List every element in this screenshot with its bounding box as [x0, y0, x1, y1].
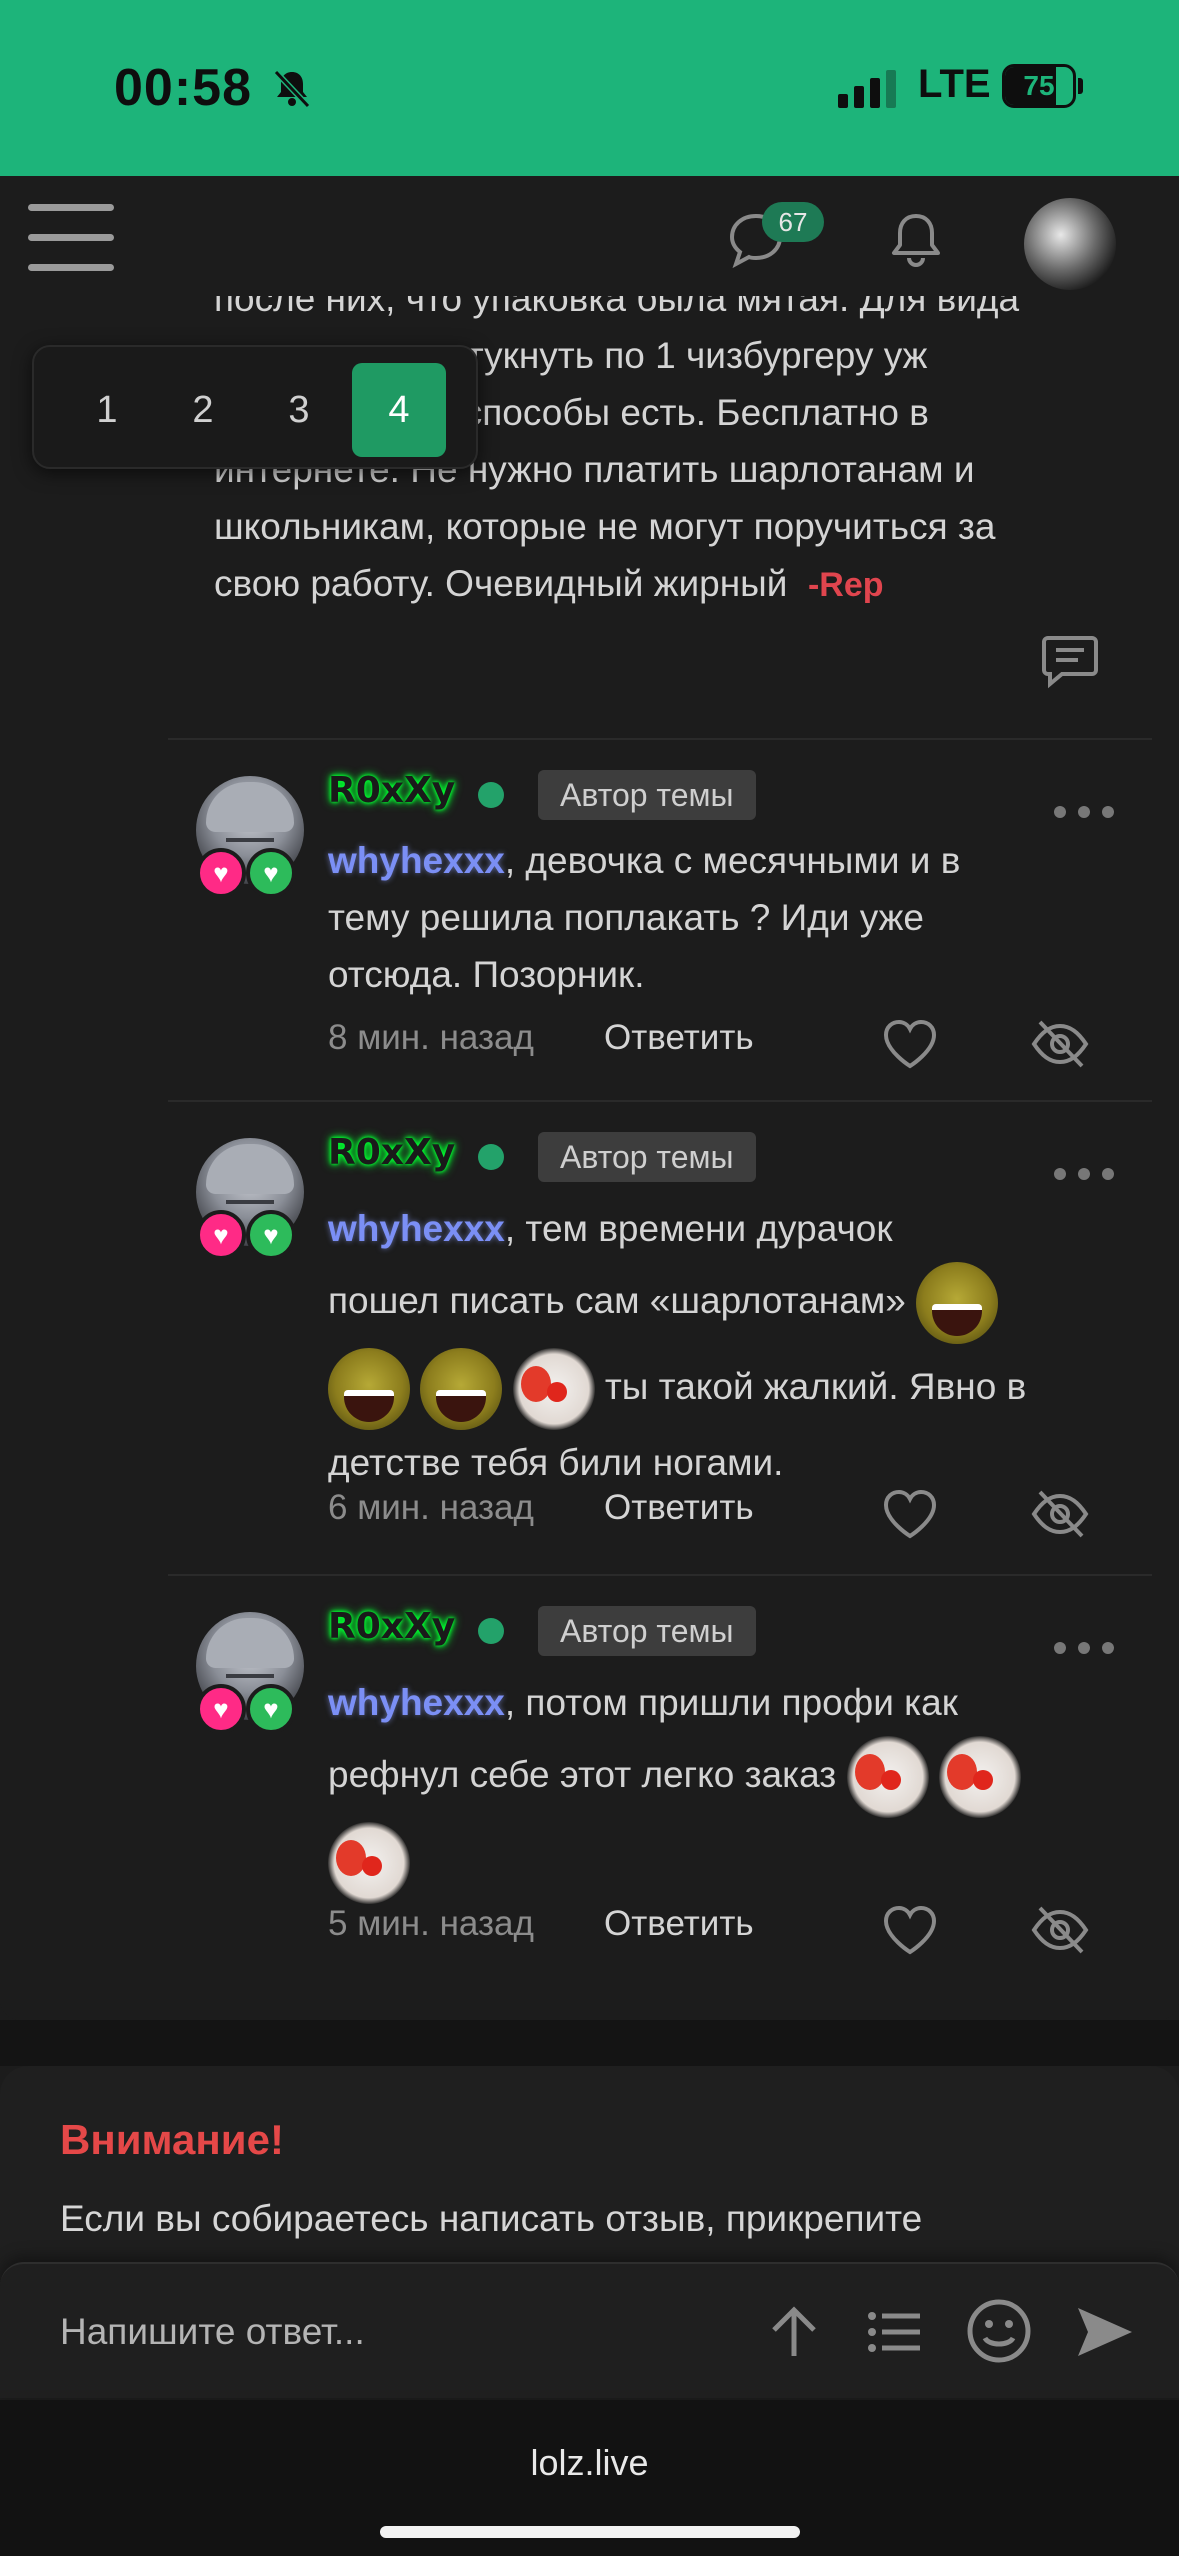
signal-icon [838, 70, 896, 108]
heart-badge-icon: ♥ [196, 848, 246, 898]
reply-button[interactable]: Ответить [604, 1488, 754, 1528]
arrow-up-icon[interactable] [764, 2302, 824, 2362]
mention-link[interactable]: whyhexxx [328, 1208, 505, 1249]
heart-badge-icon: ♥ [196, 1684, 246, 1734]
browser-bottom-bar: lolz.live [0, 2400, 1179, 2556]
like-badge-icon: ♥ [246, 1210, 296, 1260]
smiley-icon[interactable] [966, 2298, 1032, 2364]
send-icon[interactable] [1074, 2302, 1134, 2362]
battery-icon: 75 [1002, 64, 1083, 108]
thread-bottom [0, 2000, 1179, 2020]
author-badge: Автор темы [538, 1606, 756, 1656]
comment-time: 8 мин. назад [328, 1018, 534, 1057]
like-badge-icon: ♥ [246, 848, 296, 898]
comment-reply: ♥ ♥ R0xXy Автор темы whyhexxx, тем време… [168, 1100, 1152, 1574]
mention-link[interactable]: whyhexxx [328, 840, 505, 881]
comment-time: 6 мин. назад [328, 1488, 534, 1527]
user-avatar[interactable] [1024, 198, 1116, 290]
bell-muted-icon [273, 69, 311, 109]
reply-button[interactable]: Ответить [604, 1904, 754, 1944]
page-4-button[interactable]: 4 [352, 363, 446, 457]
network-type: LTE [918, 62, 991, 106]
shrek-laugh-emoji [916, 1262, 999, 1344]
quote-reply-icon[interactable] [1040, 630, 1100, 690]
eye-hide-icon[interactable] [1030, 1904, 1090, 1956]
username[interactable]: R0xXy [328, 1606, 455, 1647]
author-badge: Автор темы [538, 770, 756, 820]
post-line: школьникам, которые не могут поручиться … [214, 506, 996, 547]
heart-icon[interactable] [882, 1904, 938, 1956]
comment-time: 5 мин. назад [328, 1904, 534, 1943]
more-options-icon[interactable] [1054, 806, 1114, 820]
comment-text: whyhexxx, потом пришли профи как рефнул … [328, 1670, 1138, 1904]
comment-reply: ♥ ♥ R0xXy Автор темы whyhexxx, девочка с… [168, 738, 1152, 1102]
clown-emoji [512, 1348, 595, 1430]
mention-link[interactable]: whyhexxx [328, 1682, 505, 1723]
list-icon[interactable] [864, 2302, 924, 2362]
comment-text: whyhexxx, тем времени дурачок пошел писа… [328, 1208, 1027, 1483]
shrek-laugh-emoji [328, 1348, 410, 1430]
online-indicator [478, 782, 504, 808]
status-bar: 00:58 LTE 75 [0, 0, 1179, 176]
page-2-button[interactable]: 2 [156, 363, 250, 457]
more-options-icon[interactable] [1054, 1642, 1114, 1656]
username[interactable]: R0xXy [328, 1132, 455, 1173]
eye-hide-icon[interactable] [1030, 1018, 1090, 1070]
reply-input[interactable] [60, 2302, 700, 2362]
rep-label: -Rep [807, 566, 884, 604]
bell-icon[interactable] [884, 208, 948, 272]
clown-emoji [328, 1822, 410, 1904]
home-indicator [380, 2526, 800, 2538]
like-badge-icon: ♥ [246, 1684, 296, 1734]
online-indicator [478, 1144, 504, 1170]
reply-button[interactable]: Ответить [604, 1018, 754, 1058]
clipped-text [60, 2380, 660, 2400]
online-indicator [478, 1618, 504, 1644]
comment-text: whyhexxx, девочка с месячными и в тему р… [328, 840, 961, 995]
status-time: 00:58 [114, 59, 252, 117]
clown-emoji [846, 1736, 929, 1818]
reply-composer [0, 2262, 1179, 2398]
post-line: свою работу. Очевидный жирный -Rep [214, 563, 884, 604]
page-3-button[interactable]: 3 [252, 363, 346, 457]
url-label[interactable]: lolz.live [0, 2442, 1179, 2484]
comment-reply: ♥ ♥ R0xXy Автор темы whyhexxx, потом при… [168, 1574, 1152, 2000]
pagination: 1 2 3 4 [32, 345, 478, 469]
author-badge: Автор темы [538, 1132, 756, 1182]
shrek-laugh-emoji [420, 1348, 503, 1430]
more-options-icon[interactable] [1054, 1168, 1114, 1182]
heart-icon[interactable] [882, 1018, 938, 1070]
chat-badge: 67 [762, 202, 824, 242]
eye-hide-icon[interactable] [1030, 1488, 1090, 1540]
top-navigation: 67 [0, 176, 1179, 296]
username[interactable]: R0xXy [328, 770, 455, 811]
warning-title: Внимание! [60, 2116, 284, 2163]
heart-icon[interactable] [882, 1488, 938, 1540]
battery-level: 75 [1023, 70, 1055, 101]
clown-emoji [938, 1736, 1021, 1818]
heart-badge-icon: ♥ [196, 1210, 246, 1260]
section-gap [0, 2020, 1179, 2066]
page-1-button[interactable]: 1 [60, 363, 154, 457]
hamburger-icon[interactable] [28, 204, 114, 272]
